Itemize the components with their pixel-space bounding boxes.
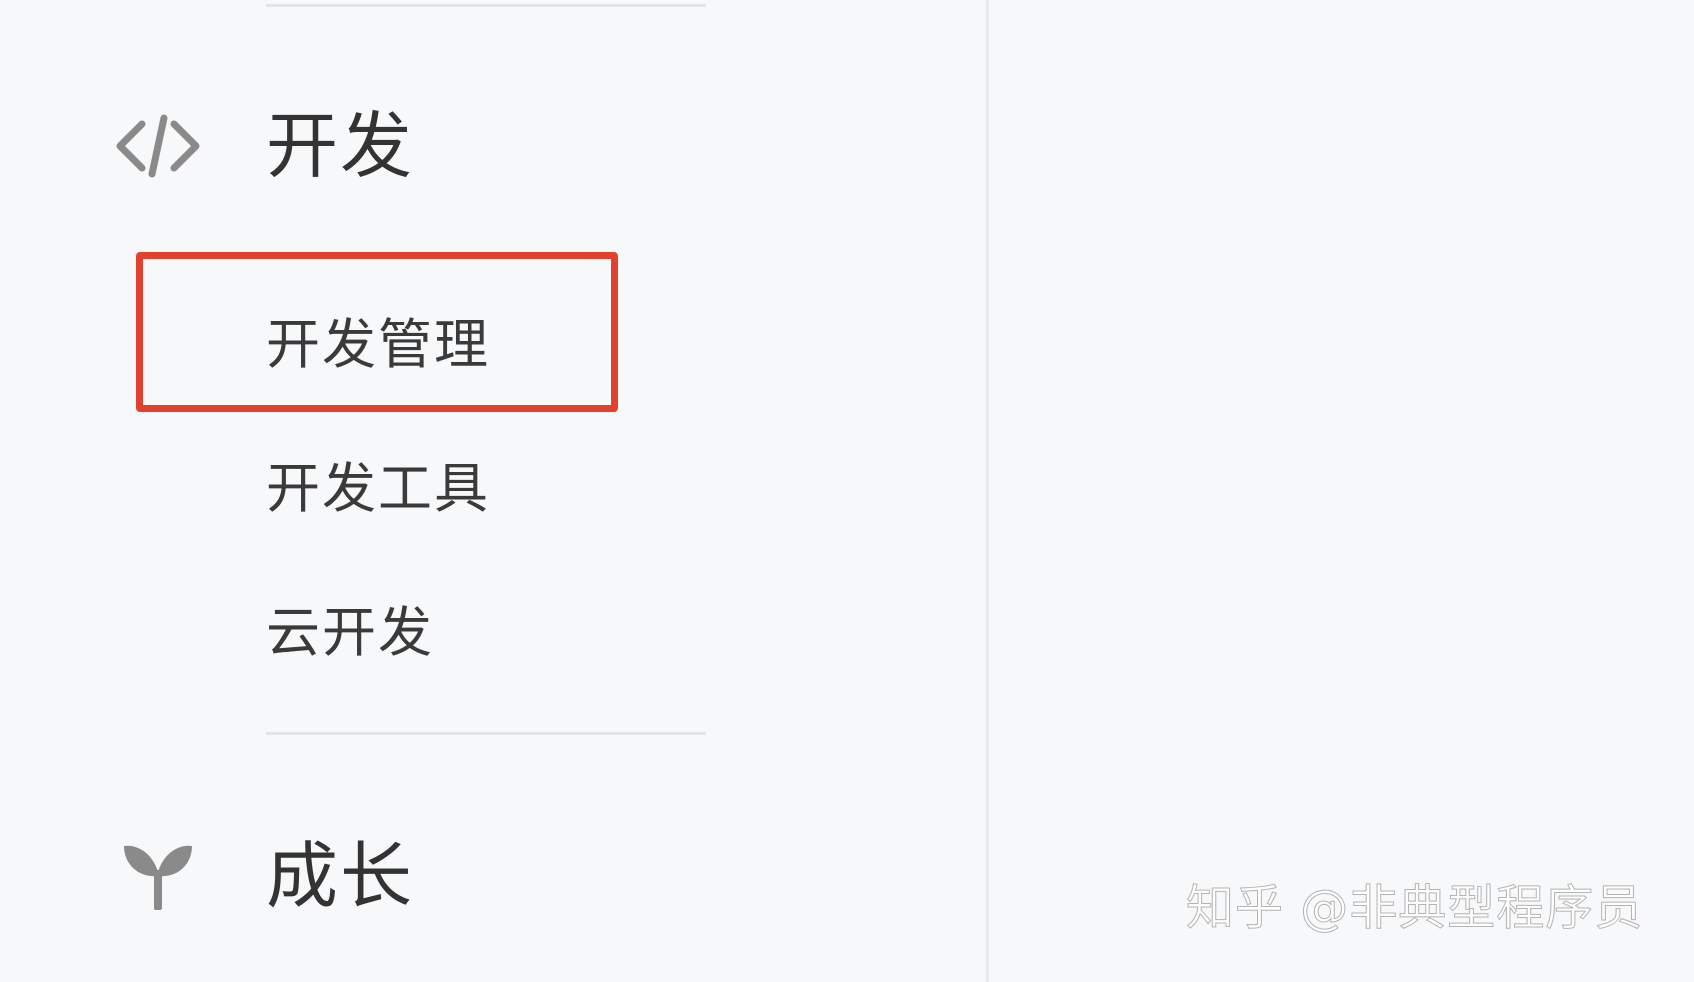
section-divider: [266, 732, 706, 735]
section-header-develop[interactable]: 开发: [0, 92, 720, 202]
menu-item-cloud-dev[interactable]: 云开发: [266, 606, 434, 660]
main-content: [989, 0, 1694, 982]
code-icon: [112, 106, 204, 186]
section-title-develop: 开发: [266, 104, 415, 188]
menu-item-dev-tools[interactable]: 开发工具: [266, 462, 490, 516]
sprout-icon: [112, 834, 204, 914]
sidebar-nav: 开发 开发管理 开发工具 云开发 成长: [0, 0, 986, 982]
highlight-annotation-box: [136, 252, 618, 412]
section-title-growth: 成长: [266, 834, 415, 918]
watermark-text: 知乎 @非典型程序员: [1185, 880, 1644, 936]
section-divider: [266, 4, 706, 7]
section-header-growth[interactable]: 成长: [0, 822, 720, 932]
